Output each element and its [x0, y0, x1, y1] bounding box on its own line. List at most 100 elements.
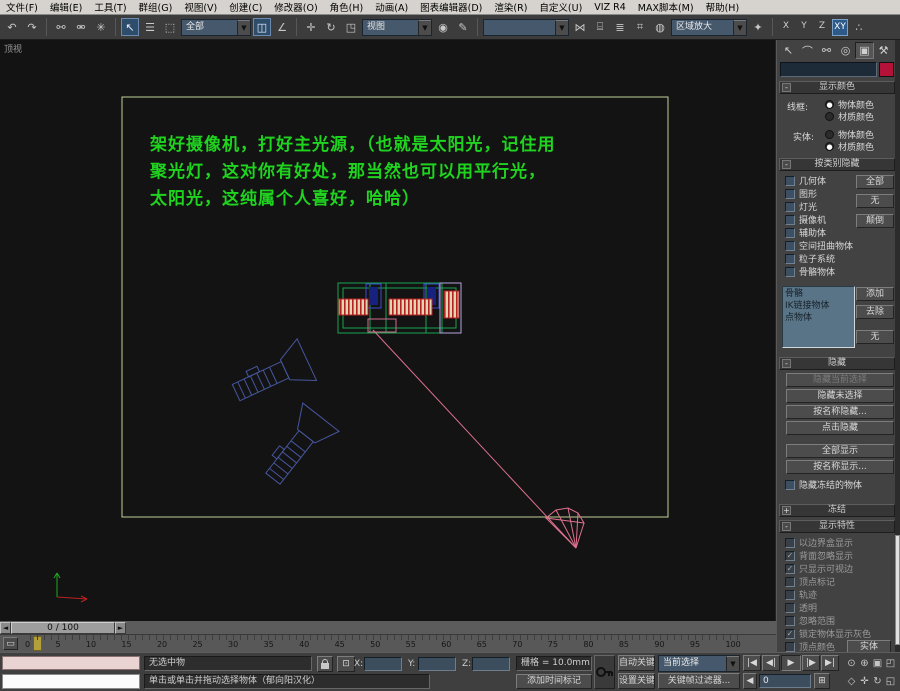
rollout-display-color[interactable]: - 显示颜色	[779, 81, 895, 94]
track-bar[interactable]: ▭ 0 5 10 15 20 25 30 35 40 45 50 55 60 6…	[0, 634, 776, 652]
checkbox[interactable]: ✓	[785, 551, 795, 561]
mirror-icon[interactable]: ⋈	[571, 18, 589, 36]
panel-scrollbar-thumb[interactable]	[895, 535, 900, 645]
time-config-button[interactable]: ⊞	[814, 673, 830, 689]
checkbox[interactable]	[785, 254, 795, 264]
hide-by-hit-button[interactable]: 点击隐藏	[786, 421, 894, 435]
next-frame-button[interactable]: |▶	[802, 655, 820, 671]
select-and-link-icon[interactable]: ⚯	[52, 18, 70, 36]
checkbox[interactable]	[785, 267, 795, 277]
snap-percent-icon[interactable]: ∴	[850, 18, 868, 36]
align-icon[interactable]: ⌸	[591, 18, 609, 36]
checkbox[interactable]	[785, 189, 795, 199]
play-button[interactable]: ▶	[781, 655, 801, 671]
prop-edges-only[interactable]: ✓只显示可视边	[779, 562, 895, 575]
move-icon[interactable]: ✛	[302, 18, 320, 36]
axis-constraint-y-button[interactable]: Y	[796, 19, 812, 36]
menu-maxscript[interactable]: MAX脚本(M)	[632, 0, 700, 14]
rollout-display-properties[interactable]: - 显示特性	[779, 520, 895, 533]
hide-selected-button[interactable]: 隐藏当前选择	[786, 373, 894, 387]
camera-object-1[interactable]	[226, 339, 316, 414]
unhide-by-name-button[interactable]: 按名称显示...	[786, 460, 894, 474]
menu-file[interactable]: 文件(F)	[0, 0, 44, 14]
hide-unselected-button[interactable]: 隐藏未选择	[786, 389, 894, 403]
collapse-icon[interactable]: -	[782, 83, 791, 92]
arc-rotate-icon[interactable]: ↻	[871, 673, 884, 689]
checkbox[interactable]	[785, 642, 795, 652]
tab-hierarchy-icon[interactable]: ⚯	[817, 42, 836, 59]
list-item[interactable]: 点物体	[785, 312, 852, 324]
maxscript-macro-recorder[interactable]	[2, 656, 140, 670]
absolute-offset-toggle[interactable]: ⊡	[337, 656, 355, 672]
schematic-view-icon[interactable]: ⌗	[631, 18, 649, 36]
mini-trackview-button[interactable]: ▭	[3, 637, 18, 650]
menu-tools[interactable]: 工具(T)	[88, 0, 132, 14]
zoom-region-icon[interactable]: ◰	[884, 655, 897, 671]
add-time-tag-button[interactable]: 添加时间标记	[516, 674, 592, 689]
checkbox[interactable]	[785, 215, 795, 225]
checkbox[interactable]	[785, 202, 795, 212]
category-none-button[interactable]: 无	[856, 194, 894, 208]
hide-by-name-button[interactable]: 按名称隐藏...	[786, 405, 894, 419]
category-all-button[interactable]: 全部	[856, 175, 894, 189]
prop-see-through[interactable]: 透明	[779, 601, 895, 614]
category-particles[interactable]: 粒子系统	[779, 252, 895, 265]
menu-help[interactable]: 帮助(H)	[700, 0, 746, 14]
viewport-name-label[interactable]: 顶视	[4, 42, 22, 55]
set-key-button[interactable]: 设置关键帧	[618, 673, 655, 689]
checkbox[interactable]	[785, 590, 795, 600]
x-coord-field[interactable]	[364, 657, 402, 671]
menu-customize[interactable]: 自定义(U)	[533, 0, 588, 14]
zoom-mode-dropdown[interactable]: 区域放大 ▼	[671, 19, 747, 36]
menu-views[interactable]: 视图(V)	[178, 0, 223, 14]
selection-set-dropdown[interactable]: 当前选择 ▼	[658, 655, 740, 672]
auto-key-toggle-button[interactable]	[594, 655, 615, 689]
checkbox[interactable]	[785, 616, 795, 626]
category-remove-button[interactable]: 去除	[856, 305, 894, 319]
prop-vertex-ticks[interactable]: 顶点标记	[779, 575, 895, 588]
selection-filter-dropdown[interactable]: 全部 ▼	[181, 19, 251, 36]
selection-lock-toggle[interactable]	[317, 656, 333, 672]
key-mode-toggle[interactable]: ◀	[743, 673, 757, 689]
chevron-down-icon[interactable]: ▼	[726, 656, 739, 671]
render-icon[interactable]: ✦	[749, 18, 767, 36]
panel-scrollbar[interactable]	[895, 40, 900, 652]
next-frame-arrow-icon[interactable]: ►	[115, 622, 126, 634]
min-max-toggle-icon[interactable]: ◱	[884, 673, 897, 689]
checkbox[interactable]	[785, 241, 795, 251]
menu-viz-r4[interactable]: VIZ R4	[588, 2, 631, 13]
tab-motion-icon[interactable]: ◎	[836, 42, 855, 59]
unhide-all-button[interactable]: 全部显示	[786, 444, 894, 458]
zoom-extents-icon[interactable]: ▣	[871, 655, 884, 671]
bind-to-spacewarp-icon[interactable]: ✳	[92, 18, 110, 36]
menu-animation[interactable]: 动画(A)	[369, 0, 414, 14]
solid-material-color-radio[interactable]: ● 材质颜色	[819, 140, 874, 153]
checkbox[interactable]	[785, 577, 795, 587]
zoom-all-icon[interactable]: ⊕	[858, 655, 871, 671]
list-item[interactable]: IK链接物体	[785, 300, 852, 312]
time-slider[interactable]: ◄ 0 / 100 ►	[0, 621, 776, 634]
key-filters-button[interactable]: 关键帧过滤器...	[658, 673, 740, 689]
menu-edit[interactable]: 编辑(E)	[44, 0, 88, 14]
chevron-down-icon[interactable]: ▼	[418, 20, 431, 35]
checkbox[interactable]: ✓	[785, 564, 795, 574]
reference-coordinate-dropdown[interactable]: 视图 ▼	[362, 19, 432, 36]
go-to-start-button[interactable]: |◀	[743, 655, 761, 671]
category-space-warps[interactable]: 空间扭曲物体	[779, 239, 895, 252]
category-invert-button[interactable]: 颠倒	[856, 214, 894, 228]
camera-object-2[interactable]	[255, 403, 339, 493]
checkbox[interactable]	[785, 538, 795, 548]
redo-icon[interactable]: ↷	[23, 18, 41, 36]
floor-plan-object[interactable]	[338, 283, 461, 333]
material-editor-icon[interactable]: ◍	[651, 18, 669, 36]
viewport-canvas[interactable]: 顶视 架好摄像机，打好主光源，（也就是太阳光，记住用 聚光灯，这对你有好处，那当…	[0, 40, 776, 621]
chevron-down-icon[interactable]: ▼	[733, 20, 746, 35]
select-object-icon[interactable]: ↖	[121, 18, 139, 36]
select-by-name-icon[interactable]: ☰	[141, 18, 159, 36]
axis-constraint-xy-button[interactable]: XY	[832, 19, 848, 36]
rollout-freeze[interactable]: + 冻结	[779, 504, 895, 517]
object-name-field[interactable]	[780, 62, 877, 77]
zoom-icon[interactable]: ⊙	[845, 655, 858, 671]
snap-toggle-icon[interactable]: ∠	[273, 18, 291, 36]
prev-frame-button[interactable]: ◀|	[762, 655, 780, 671]
